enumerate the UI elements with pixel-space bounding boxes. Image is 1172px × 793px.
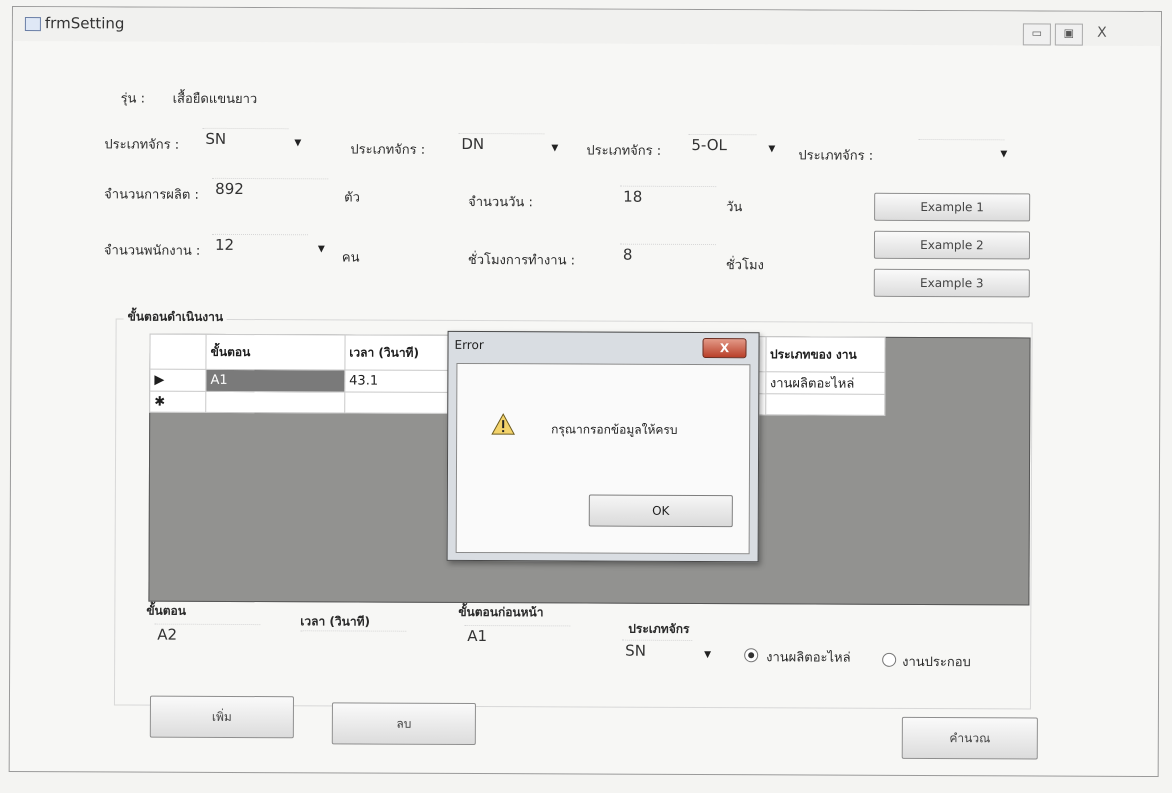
prev-step-input[interactable]: A1 bbox=[464, 624, 571, 649]
add-button[interactable]: เพิ่ม bbox=[149, 695, 294, 739]
workers-label: จำนวนพนักงาน : bbox=[103, 243, 201, 259]
days-label: จำนวนวัน : bbox=[468, 194, 533, 211]
machine-entry-label: ประเภทจักร bbox=[628, 621, 690, 636]
chevron-down-icon[interactable]: ▼ bbox=[318, 244, 325, 254]
error-dialog: Error X กรุณากรอกข้อมูลให้ครบ OK bbox=[446, 330, 760, 563]
step-entry-label: ขั้นตอน bbox=[146, 603, 187, 618]
chevron-down-icon[interactable]: ▼ bbox=[551, 143, 558, 153]
close-button[interactable]: X bbox=[1089, 24, 1115, 44]
radio-parts[interactable] bbox=[744, 648, 759, 663]
chevron-down-icon[interactable]: ▼ bbox=[768, 144, 775, 154]
step-entry-input[interactable]: A2 bbox=[154, 623, 261, 648]
workers-select[interactable]: 12 bbox=[211, 233, 309, 258]
machine-type-select-4[interactable] bbox=[918, 138, 1005, 163]
hours-input[interactable]: 8 bbox=[619, 243, 716, 268]
warning-icon bbox=[491, 413, 515, 435]
machine-type-label-4: ประเภทจักร : bbox=[798, 148, 874, 164]
days-unit: วัน bbox=[726, 200, 743, 216]
chevron-down-icon[interactable]: ▼ bbox=[294, 138, 301, 148]
days-input[interactable]: 18 bbox=[620, 185, 717, 210]
dialog-close-button[interactable]: X bbox=[702, 338, 747, 359]
table-cell-step[interactable]: A1 bbox=[206, 369, 345, 392]
machine-type-label-2: ประเภทจักร : bbox=[350, 142, 426, 158]
new-row-icon[interactable]: ✱ bbox=[149, 391, 207, 413]
dialog-message: กรุณากรอกข้อมูลให้ครบ bbox=[551, 422, 678, 437]
model-label: รุ่น : bbox=[120, 91, 146, 107]
prev-step-label: ขั้นตอนก่อนหน้า bbox=[458, 604, 544, 620]
main-window: frmSetting ▭ ▣ X รุ่น : เสื้อยืดแขนยาว ป… bbox=[8, 6, 1162, 778]
machine-type-label-1: ประเภทจักร : bbox=[104, 137, 180, 153]
radio-parts-label[interactable]: งานผลิตอะไหล่ bbox=[766, 646, 851, 667]
machine-type-select-3[interactable]: 5-OL bbox=[688, 133, 757, 158]
table-cell-type[interactable]: งานผลิตอะไหล่ bbox=[765, 371, 885, 395]
model-value: เสื้อยืดแขนยาว bbox=[172, 91, 258, 108]
hours-label: ชั่วโมงการทำงาน : bbox=[467, 252, 576, 269]
table-cell-type[interactable] bbox=[765, 393, 885, 416]
chevron-down-icon[interactable]: ▼ bbox=[704, 650, 711, 660]
production-label: จำนวนการผลิต : bbox=[104, 187, 199, 203]
radio-assembly-label[interactable]: งานประกอบ bbox=[902, 651, 971, 672]
machine-type-select-1[interactable]: SN bbox=[202, 127, 289, 152]
row-pointer-icon[interactable]: ▶ bbox=[149, 369, 207, 392]
ok-button[interactable]: OK bbox=[588, 494, 733, 528]
window-title: frmSetting bbox=[44, 14, 125, 33]
app-icon bbox=[24, 17, 41, 32]
time-entry-label: เวลา (วินาที) bbox=[300, 614, 371, 629]
steps-group-title: ขั้นตอนดำเนินงาน bbox=[123, 307, 228, 327]
machine-type-select-2[interactable]: DN bbox=[458, 132, 545, 157]
hours-unit: ชั่วโมง bbox=[725, 258, 764, 274]
maximize-button[interactable]: ▣ bbox=[1054, 23, 1083, 46]
example-2-button[interactable]: Example 2 bbox=[873, 230, 1031, 260]
table-cell-step[interactable] bbox=[205, 391, 345, 413]
column-header-step[interactable]: ขั้นตอน bbox=[206, 334, 345, 370]
machine-type-label-3: ประเภทจักร : bbox=[586, 143, 662, 159]
minimize-button[interactable]: ▭ bbox=[1022, 23, 1051, 46]
dialog-body: กรุณากรอกข้อมูลให้ครบ OK bbox=[455, 362, 751, 555]
column-header-type[interactable]: ประเภทของ งาน bbox=[765, 336, 886, 373]
production-input[interactable]: 892 bbox=[212, 177, 329, 202]
example-3-button[interactable]: Example 3 bbox=[873, 268, 1030, 298]
calculate-button[interactable]: คำนวณ bbox=[901, 716, 1038, 760]
chevron-down-icon[interactable]: ▼ bbox=[1000, 149, 1007, 159]
radio-assembly[interactable] bbox=[882, 652, 897, 667]
time-entry-input[interactable] bbox=[300, 630, 407, 654]
delete-button[interactable]: ลบ bbox=[331, 702, 476, 746]
production-unit: ตัว bbox=[344, 190, 360, 206]
workers-unit: คน bbox=[341, 250, 360, 266]
example-1-button[interactable]: Example 1 bbox=[874, 192, 1031, 222]
grid-corner bbox=[149, 334, 207, 370]
title-bar: frmSetting ▭ ▣ X bbox=[12, 7, 1161, 47]
dialog-title: Error bbox=[454, 337, 484, 353]
machine-entry-select[interactable]: SN bbox=[622, 639, 693, 663]
